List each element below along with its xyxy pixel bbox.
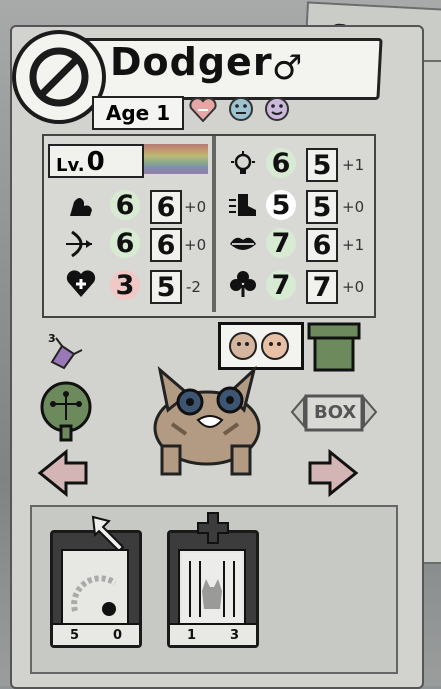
speed-boot-icon [229, 194, 256, 216]
ability-stat-2: 0 [112, 627, 123, 643]
stats-divider [212, 136, 216, 312]
stat-base-intelligence: 6 [266, 148, 296, 179]
candy-icon[interactable]: 3 [46, 332, 86, 372]
mutation-card[interactable]: 1 3 [167, 512, 259, 648]
age-tag: Age 1 [92, 96, 184, 130]
ability-card-stats: 5 0 [53, 623, 139, 645]
candy-count: 3 [48, 332, 56, 345]
previous-arrow-button[interactable] [36, 448, 90, 498]
stat-base-health: 3 [110, 270, 140, 301]
ability-stat-1: 5 [69, 627, 80, 643]
stat-mod-strength: +0 [184, 198, 207, 216]
cat-name[interactable]: Dodger [110, 40, 273, 84]
lightbulb-icon [231, 151, 255, 174]
heart-icon [189, 97, 217, 122]
arrow-cursor-icon [91, 515, 125, 553]
pipe-button[interactable] [305, 320, 363, 374]
box-button[interactable]: BOX [290, 388, 378, 436]
stat-mod-dexterity: +0 [184, 236, 207, 254]
stat-mod-charisma: +1 [342, 236, 365, 254]
mutation-card-art [178, 549, 246, 627]
stat-mod-speed: +0 [342, 198, 365, 216]
stat-base-speed: 5 [266, 190, 296, 221]
lips-icon [230, 237, 256, 250]
stat-base-dexterity: 6 [110, 228, 140, 259]
neutral-face-icon [229, 97, 253, 121]
mutation-stat-2: 3 [229, 627, 240, 643]
stat-base-strength: 6 [110, 190, 140, 221]
stat-base-luck: 7 [266, 270, 296, 301]
stat-current-intelligence: 5 [306, 148, 338, 182]
clover-icon [230, 271, 256, 297]
stat-current-luck: 7 [306, 270, 338, 304]
stat-current-strength: 6 [150, 190, 182, 224]
level-badge: Lv. 0 [48, 144, 144, 178]
smile-face-icon [265, 97, 289, 121]
next-arrow-button[interactable] [306, 448, 360, 498]
mutation-card-stats: 1 3 [170, 623, 256, 645]
box-button-label: BOX [314, 402, 357, 423]
stat-current-dexterity: 6 [150, 228, 182, 262]
level-value: 0 [86, 147, 105, 177]
rainbow-flag-icon [144, 144, 208, 174]
stat-mod-luck: +0 [342, 278, 365, 296]
strength-arm-icon [70, 198, 92, 216]
stat-base-charisma: 7 [266, 228, 296, 259]
stat-mod-health: -2 [186, 278, 201, 296]
heart-plus-icon [66, 270, 96, 297]
ability-card[interactable]: 5 0 [50, 515, 142, 648]
ability-card-art [61, 549, 129, 627]
level-label: Lv. [56, 155, 85, 176]
cat-creature[interactable] [132, 350, 282, 480]
stat-current-health: 5 [150, 270, 182, 304]
family-tree-button[interactable] [35, 380, 97, 442]
plus-cross-icon [197, 512, 229, 544]
stat-current-speed: 5 [306, 190, 338, 224]
bow-arrow-icon [66, 230, 92, 258]
gender-icon: ♂ [272, 48, 303, 88]
stat-mod-intelligence: +1 [342, 156, 365, 174]
mutation-stat-1: 1 [186, 627, 197, 643]
stat-current-charisma: 6 [306, 228, 338, 262]
